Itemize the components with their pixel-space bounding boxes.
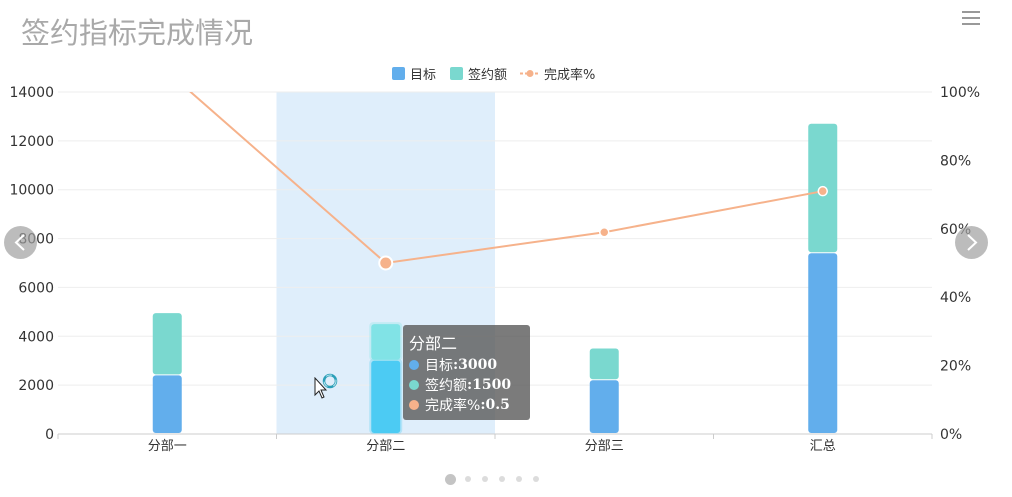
y-right-tick-label: 0%: [940, 427, 962, 443]
bar-target: [808, 253, 838, 433]
pager-dot[interactable]: [516, 476, 522, 482]
tooltip-signed-value: 1500: [472, 377, 512, 393]
y-left-tick-label: 12000: [9, 134, 54, 150]
line-point: [378, 255, 394, 271]
tooltip-row-rate: 完成率%:0.5: [409, 395, 510, 415]
legend-item[interactable]: 完成率%: [520, 67, 595, 83]
chevron-left-icon: [14, 234, 25, 251]
legend-item[interactable]: 目标: [392, 67, 436, 83]
tooltip-target-swatch: [409, 360, 419, 370]
line-point: [817, 185, 828, 197]
y-left-tick-label: 0: [45, 427, 54, 443]
next-chart-button[interactable]: [955, 226, 988, 259]
y-right-tick-label: 80%: [940, 153, 971, 169]
legend-label: 签约额: [468, 67, 507, 83]
pager-dot[interactable]: [445, 474, 456, 485]
bar-target: [371, 360, 401, 433]
y-left-tick-label: 4000: [18, 329, 54, 345]
bar-signed: [371, 324, 401, 360]
pager-dot[interactable]: [499, 476, 505, 482]
x-tick-label: 分部一: [148, 439, 187, 454]
bar-target: [589, 380, 619, 433]
line-point: [599, 226, 610, 238]
tooltip-target-name: 目标: [425, 358, 453, 374]
tooltip-signed-swatch: [409, 380, 419, 390]
pager-dot[interactable]: [482, 476, 488, 482]
tooltip-rate-value: 0.5: [485, 397, 510, 413]
legend-label: 完成率%: [544, 67, 595, 83]
legend-item[interactable]: 签约额: [450, 67, 507, 83]
y-left-tick-label: 2000: [18, 378, 54, 394]
previous-chart-button[interactable]: [4, 226, 37, 259]
mouse-cursor-icon: [314, 377, 328, 399]
x-tick-label: 分部二: [366, 439, 405, 454]
chevron-right-icon: [967, 234, 978, 251]
tooltip-title: 分部二: [409, 334, 458, 353]
tooltip-rate-name: 完成率%: [425, 398, 481, 414]
tooltip-target-value: 3000: [458, 357, 498, 373]
bar-target: [152, 375, 182, 433]
tooltip-rate-swatch: [409, 400, 419, 410]
y-right-tick-label: 100%: [940, 85, 980, 101]
bar-signed: [152, 313, 182, 375]
y-left-tick-label: 10000: [9, 183, 54, 199]
legend-label: 目标: [410, 68, 436, 83]
y-right-tick-label: 40%: [940, 290, 971, 306]
legend-swatch: [392, 67, 405, 80]
x-tick-label: 分部三: [585, 439, 624, 454]
chart-area: 020004000600080001000012000140000%20%40%…: [9, 67, 980, 454]
x-tick-label: 汇总: [810, 439, 836, 454]
pager-dot[interactable]: [465, 476, 471, 482]
legend-swatch: [450, 67, 463, 80]
bar-signed: [589, 348, 619, 380]
legend-marker: [526, 70, 534, 77]
y-right-tick-label: 20%: [940, 359, 971, 375]
pager-dot[interactable]: [533, 476, 539, 482]
tooltip-row-signed: 签约额:1500: [409, 375, 511, 395]
y-left-tick-label: 6000: [18, 280, 54, 296]
tooltip-row-target: 目标:3000: [409, 355, 497, 375]
tooltip-signed-name: 签约额: [425, 378, 467, 394]
y-left-tick-label: 14000: [9, 85, 54, 101]
chart-tooltip: 分部二 目标:3000 签约额:1500 完成率%:0.5: [403, 325, 530, 420]
